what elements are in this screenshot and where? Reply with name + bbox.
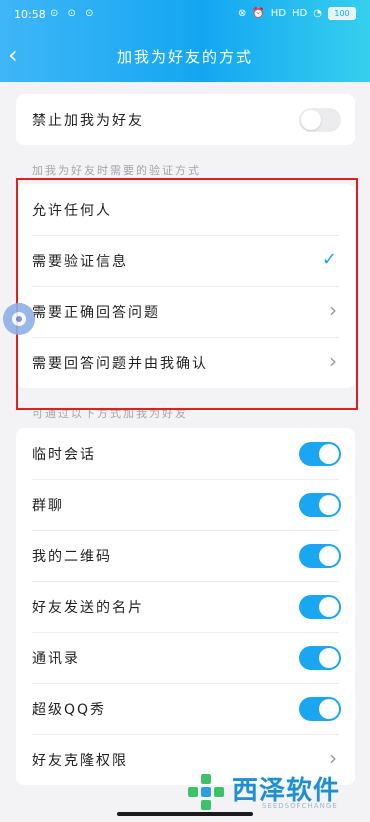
source-label: 好友克隆权限 <box>32 752 128 769</box>
verify-section-header: 加我为好友时需要的验证方式 <box>32 164 201 177</box>
watermark: 西泽软件 SEEDSOFCHANGE <box>188 770 360 816</box>
sources-section-header: 可通过以下方式加我为好友 <box>32 407 188 420</box>
source-label: 超级QQ秀 <box>32 701 107 718</box>
block-friends-label: 禁止加我为好友 <box>32 112 144 129</box>
temp-chat-toggle[interactable] <box>299 442 341 466</box>
source-group-chat[interactable]: 群聊 <box>16 479 355 530</box>
verify-option-anyone[interactable]: 允许任何人 <box>16 184 355 235</box>
wifi-icon: ◔ <box>313 8 322 19</box>
page-title: 加我为好友的方式 <box>116 48 253 66</box>
toggle-knob <box>319 648 339 668</box>
source-label: 我的二维码 <box>32 548 112 565</box>
toggle-knob <box>319 444 339 464</box>
checkmark-icon: ✓ <box>321 249 339 270</box>
group-chat-toggle[interactable] <box>299 493 341 517</box>
watermark-logo-icon <box>188 774 224 810</box>
source-contacts[interactable]: 通讯录 <box>16 632 355 683</box>
notification-icons: ⊙ ⊙ ⊙ <box>50 8 97 19</box>
signal-icon-2: HD <box>292 8 308 19</box>
source-label: 好友发送的名片 <box>32 599 144 616</box>
super-qq-show-toggle[interactable] <box>299 697 341 721</box>
chevron-right-icon: › <box>329 746 339 770</box>
alarm-icon: ⏰ <box>252 8 265 19</box>
verify-option-message[interactable]: 需要验证信息 ✓ <box>16 235 355 286</box>
no-data-icon: ⊗ <box>237 8 247 19</box>
toggle-knob <box>319 495 339 515</box>
chevron-right-icon: › <box>329 298 339 322</box>
toggle-knob <box>319 597 339 617</box>
floating-assistant-button[interactable] <box>3 303 35 335</box>
contacts-toggle[interactable] <box>299 646 341 670</box>
option-label: 需要正确回答问题 <box>32 304 160 321</box>
verify-option-answer[interactable]: 需要正确回答问题 › <box>16 286 355 337</box>
toggle-knob <box>319 699 339 719</box>
source-super-qq-show[interactable]: 超级QQ秀 <box>16 683 355 734</box>
source-label: 群聊 <box>32 497 64 514</box>
block-card: 禁止加我为好友 <box>16 94 355 145</box>
status-right-icons: ⊗ ⏰ HD HD ◔ 100 <box>238 7 356 20</box>
option-label: 允许任何人 <box>32 202 112 219</box>
verify-card: 允许任何人 需要验证信息 ✓ 需要正确回答问题 › 需要回答问题并由我确认 › <box>16 184 355 388</box>
source-name-card[interactable]: 好友发送的名片 <box>16 581 355 632</box>
verify-option-answer-confirm[interactable]: 需要回答问题并由我确认 › <box>16 337 355 388</box>
block-friends-toggle[interactable] <box>299 108 341 132</box>
sources-card: 临时会话 群聊 我的二维码 好友发送的名片 通讯录 超级QQ秀 好友克隆权限 › <box>16 428 355 785</box>
source-label: 临时会话 <box>32 446 96 463</box>
option-label: 需要回答问题并由我确认 <box>32 355 208 372</box>
name-card-toggle[interactable] <box>299 595 341 619</box>
toggle-knob <box>301 110 321 130</box>
option-label: 需要验证信息 <box>32 253 128 270</box>
block-friends-row[interactable]: 禁止加我为好友 <box>16 94 355 145</box>
assistant-dot-icon <box>16 316 22 322</box>
home-indicator[interactable] <box>117 812 253 816</box>
status-bar: 10:58 ⊙ ⊙ ⊙ ⊗ ⏰ HD HD ◔ 100 <box>0 6 370 24</box>
source-label: 通讯录 <box>32 650 80 667</box>
source-temp-chat[interactable]: 临时会话 <box>16 428 355 479</box>
watermark-subtext: SEEDSOFCHANGE <box>262 802 338 810</box>
source-qr-code[interactable]: 我的二维码 <box>16 530 355 581</box>
signal-icon-1: HD <box>270 8 287 19</box>
qr-code-toggle[interactable] <box>299 544 341 568</box>
status-time: 10:58 <box>14 8 46 21</box>
battery-icon: 100 <box>328 7 356 20</box>
header-bar: 10:58 ⊙ ⊙ ⊙ ⊗ ⏰ HD HD ◔ 100 ‹ 加我为好友的方式 <box>0 0 370 82</box>
toggle-knob <box>319 546 339 566</box>
chevron-right-icon: › <box>329 349 339 373</box>
